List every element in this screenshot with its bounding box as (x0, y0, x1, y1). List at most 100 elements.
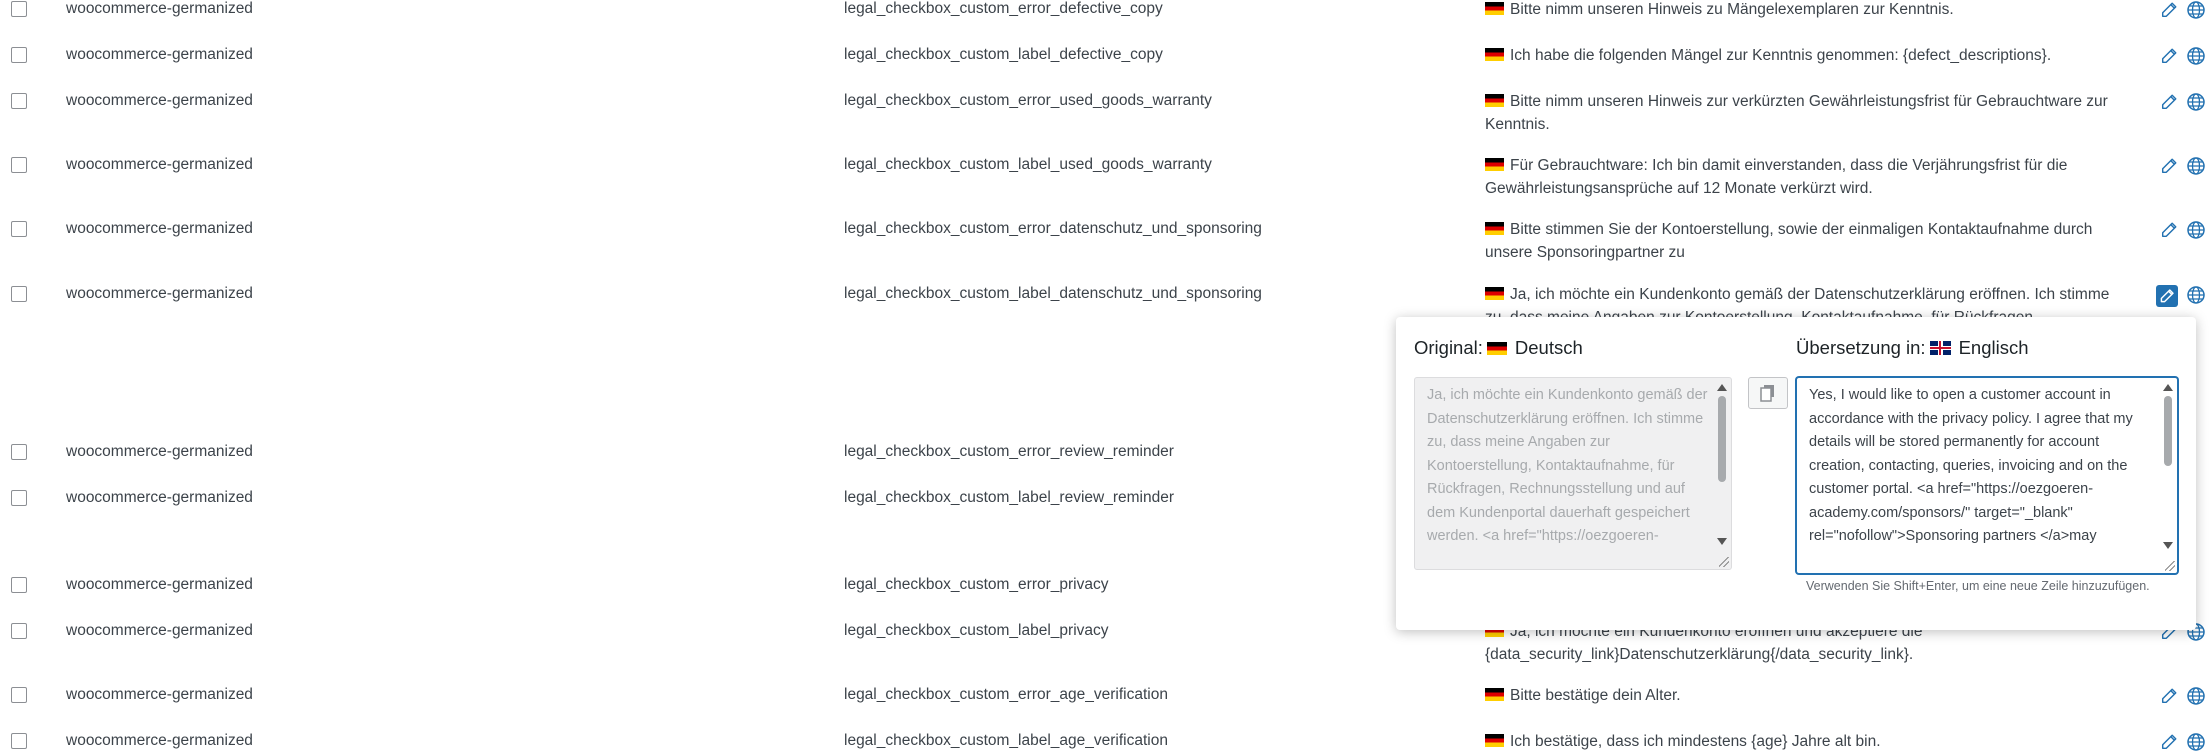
original-text: Bitte stimmen Sie der Kontoerstellung, s… (1485, 221, 2093, 261)
original-heading: Original: Deutsch (1414, 337, 1583, 359)
plugin-name: woocommerce-germanized (66, 46, 253, 63)
original-label: Original: (1414, 337, 1483, 358)
shift-enter-hint: Verwenden Sie Shift+Enter, um eine neue … (1806, 579, 2150, 593)
globe-icon[interactable] (2186, 0, 2206, 20)
uk-flag-icon (1929, 341, 1951, 355)
scroll-up-icon[interactable] (2163, 384, 2173, 391)
original-text: Ich bestätige, dass ich mindestens {age}… (1510, 733, 1881, 750)
globe-icon[interactable] (2186, 92, 2206, 112)
string-key: legal_checkbox_custom_label_used_goods_w… (844, 156, 1212, 173)
translation-textarea[interactable]: Yes, I would like to open a customer acc… (1796, 377, 2178, 574)
scrollbar[interactable] (1715, 380, 1729, 567)
scrollbar[interactable] (2161, 380, 2175, 571)
scroll-down-icon[interactable] (2163, 542, 2173, 549)
globe-icon[interactable] (2186, 220, 2206, 240)
plugin-name: woocommerce-germanized (66, 489, 253, 506)
plugin-name: woocommerce-germanized (66, 285, 253, 302)
pencil-icon[interactable] (2160, 1, 2178, 19)
original-text: Bitte nimm unseren Hinweis zu Mängelexem… (1510, 1, 1954, 18)
pencil-icon[interactable] (2160, 221, 2178, 239)
translation-label: Übersetzung in: (1796, 337, 1926, 358)
original-textarea[interactable]: Ja, ich möchte ein Kundenkonto gemäß der… (1414, 377, 1732, 570)
german-flag-icon (1485, 94, 1504, 107)
globe-icon[interactable] (2186, 686, 2206, 706)
original-text-cell: Ja, ich möchte ein Kundenkonto gemäß der… (1485, 283, 2115, 317)
globe-icon[interactable] (2186, 285, 2206, 305)
plugin-name: woocommerce-germanized (66, 576, 253, 593)
string-key: legal_checkbox_custom_label_review_remin… (844, 489, 1174, 506)
german-flag-icon (1486, 342, 1507, 355)
resize-handle[interactable] (1719, 557, 1729, 567)
german-flag-icon (1485, 222, 1504, 235)
original-text-cell: Bitte nimm unseren Hinweis zu Mängelexem… (1485, 0, 2115, 21)
string-key: legal_checkbox_custom_error_privacy (844, 576, 1109, 593)
globe-icon[interactable] (2186, 156, 2206, 176)
original-textarea-text: Ja, ich möchte ein Kundenkonto gemäß der… (1427, 387, 1712, 544)
scrollbar-thumb[interactable] (2164, 396, 2172, 466)
german-flag-icon (1485, 2, 1504, 15)
german-flag-icon (1485, 287, 1504, 300)
original-text: Ich habe die folgenden Mängel zur Kenntn… (1510, 47, 2052, 64)
plugin-name: woocommerce-germanized (66, 0, 253, 17)
original-text-cell: Bitte bestätige dein Alter. (1485, 684, 2115, 707)
translation-textarea-text[interactable]: Yes, I would like to open a customer acc… (1809, 384, 2153, 549)
copy-icon (1760, 385, 1774, 402)
plugin-name: woocommerce-germanized (66, 220, 253, 237)
original-text: Für Gebrauchtware: Ich bin damit einvers… (1485, 157, 2068, 197)
row-checkbox[interactable] (11, 221, 27, 237)
globe-icon[interactable] (2186, 732, 2206, 752)
resize-handle[interactable] (2165, 561, 2175, 571)
translation-popup: Original: Deutsch Übersetzung in: Englisch… (1396, 317, 2196, 630)
plugin-name: woocommerce-germanized (66, 622, 253, 639)
translation-heading: Übersetzung in: Englisch (1796, 337, 2029, 359)
scroll-down-icon[interactable] (1717, 538, 1727, 545)
globe-icon[interactable] (2186, 46, 2206, 66)
string-key: legal_checkbox_custom_error_defective_co… (844, 0, 1163, 17)
row-checkbox[interactable] (11, 157, 27, 173)
pencil-icon[interactable] (2160, 157, 2178, 175)
original-text-cell: Für Gebrauchtware: Ich bin damit einvers… (1485, 154, 2115, 200)
row-checkbox[interactable] (11, 623, 27, 639)
row-checkbox[interactable] (11, 577, 27, 593)
row-checkbox[interactable] (11, 444, 27, 460)
row-checkbox[interactable] (11, 490, 27, 506)
string-key: legal_checkbox_custom_label_privacy (844, 622, 1109, 639)
scroll-up-icon[interactable] (1717, 384, 1727, 391)
original-text: Ja, ich möchte ein Kundenkonto gemäß der… (1485, 286, 2110, 317)
string-key: legal_checkbox_custom_error_age_verifica… (844, 686, 1168, 703)
original-text-cell: Bitte nimm unseren Hinweis zur verkürzte… (1485, 90, 2115, 136)
row-checkbox[interactable] (11, 687, 27, 703)
plugin-name: woocommerce-germanized (66, 732, 253, 749)
original-text-cell: Ich habe die folgenden Mängel zur Kenntn… (1485, 44, 2115, 67)
row-checkbox[interactable] (11, 1, 27, 17)
pencil-icon[interactable] (2156, 285, 2178, 307)
pencil-icon[interactable] (2160, 93, 2178, 111)
original-text-cell: Bitte stimmen Sie der Kontoerstellung, s… (1485, 218, 2115, 264)
pencil-icon[interactable] (2160, 733, 2178, 751)
row-checkbox[interactable] (11, 93, 27, 109)
scrollbar-thumb[interactable] (1718, 396, 1726, 482)
plugin-name: woocommerce-germanized (66, 686, 253, 703)
plugin-name: woocommerce-germanized (66, 92, 253, 109)
string-key: legal_checkbox_custom_label_age_verifica… (844, 732, 1168, 749)
plugin-name: woocommerce-germanized (66, 443, 253, 460)
original-language: Deutsch (1514, 337, 1583, 358)
german-flag-icon (1485, 734, 1504, 747)
pencil-icon[interactable] (2160, 47, 2178, 65)
row-checkbox[interactable] (11, 286, 27, 302)
string-key: legal_checkbox_custom_error_datenschutz_… (844, 220, 1262, 237)
pencil-icon[interactable] (2160, 687, 2178, 705)
string-key: legal_checkbox_custom_error_review_remin… (844, 443, 1174, 460)
german-flag-icon (1485, 158, 1504, 171)
german-flag-icon (1485, 688, 1504, 701)
copy-original-button[interactable] (1748, 377, 1788, 409)
string-key: legal_checkbox_custom_label_defective_co… (844, 46, 1163, 63)
plugin-name: woocommerce-germanized (66, 156, 253, 173)
german-flag-icon (1485, 48, 1504, 61)
string-key: legal_checkbox_custom_label_datenschutz_… (844, 285, 1262, 302)
translation-language: Englisch (1958, 337, 2029, 358)
original-text: Bitte bestätige dein Alter. (1510, 687, 1681, 704)
row-checkbox[interactable] (11, 47, 27, 63)
string-key: legal_checkbox_custom_error_used_goods_w… (844, 92, 1212, 109)
row-checkbox[interactable] (11, 733, 27, 749)
